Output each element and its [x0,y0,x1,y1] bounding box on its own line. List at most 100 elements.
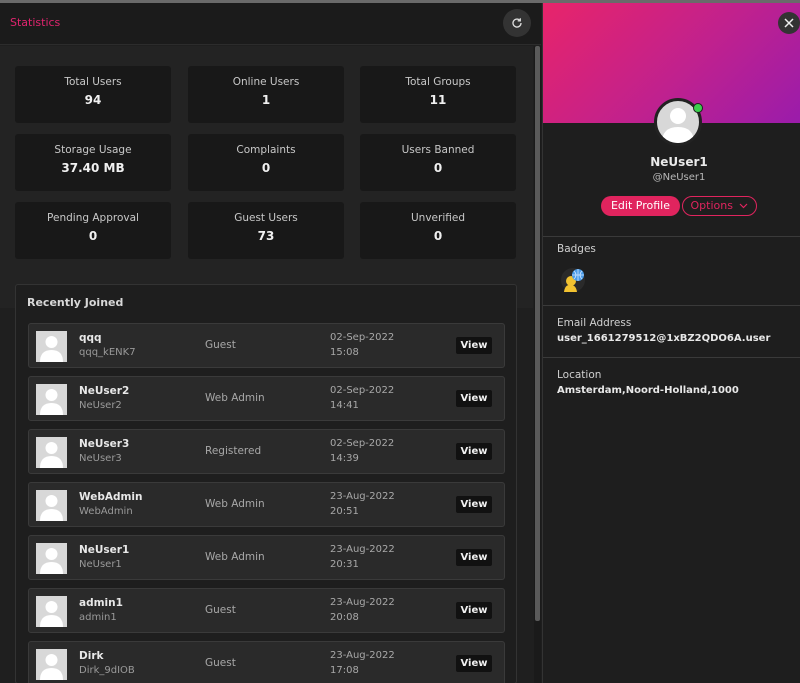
location-value: Amsterdam,Noord-Holland,1000 [557,385,739,396]
join-date: 23-Aug-2022 [330,544,395,555]
user-name: WebAdmin [79,491,143,503]
avatar [36,331,67,362]
online-status-indicator [693,103,703,113]
stats-grid: Total Users 94 Online Users 1 Total Grou… [0,46,533,308]
statistics-header: Statistics [0,3,541,45]
join-date: 02-Sep-2022 [330,438,395,449]
user-handle: NeUser1 [79,559,122,570]
stat-label: Pending Approval [47,212,139,224]
stat-card-unverified: Unverified 0 [360,202,516,259]
user-name: qqq [79,332,102,344]
recently-joined-panel: Recently Joined qqq qqq_kENK7 Guest 02-S… [15,284,517,683]
join-date: 23-Aug-2022 [330,491,395,502]
stat-label: Total Users [64,76,122,88]
user-role: Guest [205,657,236,669]
close-button[interactable] [778,12,800,34]
avatar [36,596,67,627]
divider [543,236,800,237]
view-button[interactable]: View [456,496,492,513]
user-handle: NeUser2 [79,400,122,411]
join-date: 23-Aug-2022 [330,650,395,661]
profile-panel: NeUser1 @NeUser1 Edit Profile Options Ba… [542,3,800,683]
stat-card-storage-usage: Storage Usage 37.40 MB [15,134,171,191]
user-name: Dirk [79,650,104,662]
user-row: Dirk Dirk_9dIOB Guest 23-Aug-2022 17:08 … [28,641,505,683]
profile-name: NeUser1 [650,155,708,169]
stat-card-total-groups: Total Groups 11 [360,66,516,123]
stat-value: 11 [429,93,447,107]
user-role: Web Admin [205,551,265,563]
options-label: Options [690,199,733,212]
user-row: NeUser3 NeUser3 Registered 02-Sep-2022 1… [28,429,505,474]
join-time: 20:08 [330,612,359,623]
user-row: WebAdmin WebAdmin Web Admin 23-Aug-2022 … [28,482,505,527]
globe-person-badge-icon [561,268,585,292]
user-handle: WebAdmin [79,506,133,517]
stat-card-guest-users: Guest Users 73 [188,202,344,259]
statistics-title: Statistics [10,16,61,29]
avatar [36,490,67,521]
user-row: qqq qqq_kENK7 Guest 02-Sep-2022 15:08 Vi… [28,323,505,368]
stat-value: 0 [433,229,443,243]
user-handle: Dirk_9dIOB [79,665,135,676]
scrollbar-thumb[interactable] [535,46,540,621]
stat-card-users-banned: Users Banned 0 [360,134,516,191]
user-role: Web Admin [205,392,265,404]
stat-label: Storage Usage [54,144,132,156]
stat-label: Guest Users [234,212,298,224]
join-time: 20:51 [330,506,359,517]
avatar [36,649,67,680]
user-role: Web Admin [205,498,265,510]
view-button[interactable]: View [456,337,492,354]
user-name: NeUser2 [79,385,130,397]
scrollbar[interactable] [534,46,541,683]
badges-label: Badges [557,243,596,255]
stat-label: Total Groups [405,76,471,88]
edit-profile-button[interactable]: Edit Profile [601,196,680,216]
stat-label: Unverified [411,212,465,224]
refresh-icon [512,18,522,28]
stat-value: 1 [261,93,271,107]
stat-label: Online Users [232,76,300,88]
stat-card-complaints: Complaints 0 [188,134,344,191]
view-button[interactable]: View [456,390,492,407]
stat-value: 0 [261,161,271,175]
refresh-button[interactable] [503,9,531,37]
stat-label: Users Banned [401,144,475,156]
user-name: admin1 [79,597,123,609]
options-button[interactable]: Options [682,196,757,216]
user-handle: qqq_kENK7 [79,347,136,358]
join-date: 02-Sep-2022 [330,332,395,343]
stat-value: 94 [84,93,102,107]
stat-card-total-users: Total Users 94 [15,66,171,123]
divider [543,305,800,306]
recently-joined-title: Recently Joined [27,296,124,309]
stat-value: 0 [433,161,443,175]
view-button[interactable]: View [456,443,492,460]
user-row: admin1 admin1 Guest 23-Aug-2022 20:08 Vi… [28,588,505,633]
stat-card-online-users: Online Users 1 [188,66,344,123]
user-row: NeUser1 NeUser1 Web Admin 23-Aug-2022 20… [28,535,505,580]
user-name: NeUser1 [79,544,130,556]
user-handle: admin1 [79,612,117,623]
join-time: 14:39 [330,453,359,464]
statistics-panel: Statistics Total Users 94 Online Users 1… [0,3,541,683]
profile-handle: @NeUser1 [652,172,706,183]
view-button[interactable]: View [456,602,492,619]
user-role: Guest [205,604,236,616]
stat-value: 37.40 MB [61,161,125,175]
view-button[interactable]: View [456,655,492,672]
stat-label: Complaints [236,144,296,156]
divider [543,357,800,358]
join-time: 17:08 [330,665,359,676]
stat-value: 73 [257,229,275,243]
email-label: Email Address [557,317,632,329]
stat-card-pending-approval: Pending Approval 0 [15,202,171,259]
stat-value: 0 [88,229,98,243]
chevron-down-icon [740,203,748,209]
user-row: NeUser2 NeUser2 Web Admin 02-Sep-2022 14… [28,376,505,421]
view-button[interactable]: View [456,549,492,566]
avatar [36,437,67,468]
user-role: Guest [205,339,236,351]
avatar [36,543,67,574]
